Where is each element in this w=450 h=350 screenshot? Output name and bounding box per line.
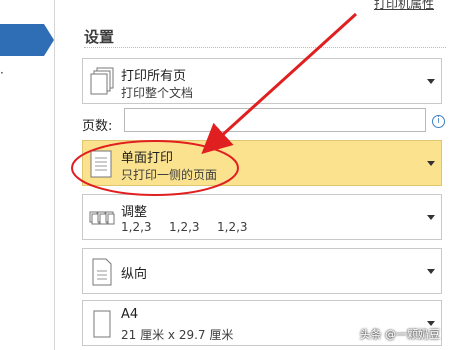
settings-divider (84, 47, 446, 48)
printer-properties-link[interactable]: 打印机属性 (374, 0, 434, 12)
chevron-down-icon (427, 215, 435, 220)
watermark: 头条 @一颗奶豆 (359, 328, 441, 341)
nav-fragment: · (0, 66, 4, 80)
chevron-down-icon (427, 269, 435, 274)
backstage-nav: · (0, 0, 55, 350)
paper-size-label: A4 (121, 307, 139, 322)
single-sided-page-icon (90, 150, 112, 178)
print-range-dropdown[interactable]: 打印所有页 打印整个文档 (82, 58, 442, 104)
orientation-label: 纵向 (121, 267, 148, 282)
print-sides-dropdown[interactable]: 单面打印 只打印一侧的页面 (82, 140, 442, 186)
print-sides-label: 单面打印 (121, 151, 174, 166)
nav-selected-item[interactable] (0, 24, 44, 56)
collate-seq-1: 1,2,3 (121, 220, 152, 234)
print-range-desc: 打印整个文档 (121, 86, 194, 100)
pages-label: 页数: (82, 119, 113, 134)
paper-size-desc: 21 厘米 x 29.7 厘米 (121, 328, 234, 342)
print-sides-desc: 只打印一侧的页面 (121, 168, 218, 182)
pages-stack-icon (90, 67, 114, 95)
chevron-down-icon (427, 79, 435, 84)
collated-pages-icon (89, 211, 115, 225)
settings-title: 设置 (84, 28, 115, 46)
collate-dropdown[interactable]: 调整 1,2,3 1,2,3 1,2,3 (82, 194, 442, 240)
collate-seq-3: 1,2,3 (217, 220, 248, 234)
collate-seq-2: 1,2,3 (169, 220, 200, 234)
collate-sequence: 1,2,3 1,2,3 1,2,3 (121, 220, 265, 234)
info-icon[interactable]: i (432, 115, 445, 128)
orientation-dropdown[interactable]: 纵向 (82, 248, 442, 294)
nav-selected-arrow (44, 24, 54, 56)
pages-input[interactable] (124, 108, 426, 132)
portrait-page-icon (92, 258, 112, 286)
paper-icon (93, 310, 111, 338)
collate-label: 调整 (121, 205, 148, 220)
print-range-label: 打印所有页 (121, 69, 187, 84)
chevron-down-icon (427, 161, 435, 166)
